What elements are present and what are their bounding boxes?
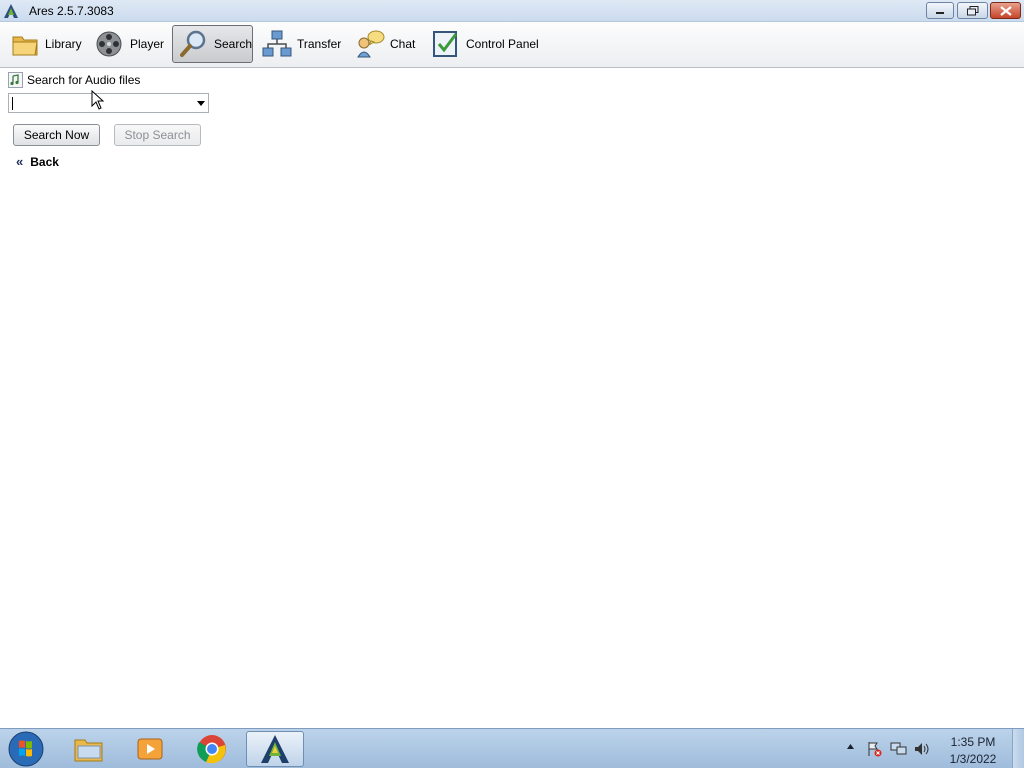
tab-control-panel[interactable]: Control Panel: [425, 25, 545, 63]
minimize-button[interactable]: [926, 2, 954, 19]
film-reel-icon: [96, 31, 122, 57]
tab-chat-label: Chat: [390, 37, 416, 51]
magnifier-icon: [180, 30, 206, 57]
taskbar-chrome[interactable]: [183, 731, 241, 767]
restore-button[interactable]: [957, 2, 988, 19]
ares-app-icon: [261, 735, 289, 763]
minimize-icon: [936, 11, 944, 14]
tab-player[interactable]: Player: [89, 25, 170, 63]
chevron-down-icon[interactable]: [197, 101, 205, 106]
folder-icon: [12, 36, 38, 56]
clock-time: 1:35 PM: [950, 735, 996, 749]
taskbar-clock[interactable]: 1:35 PM 1/3/2022: [942, 734, 1004, 768]
tab-chat[interactable]: Chat: [349, 25, 421, 63]
taskbar-explorer[interactable]: [60, 731, 118, 767]
network-icon: [262, 30, 292, 57]
ares-app-icon: [4, 4, 18, 18]
close-icon: [999, 5, 1012, 16]
tab-transfer[interactable]: Transfer: [256, 25, 347, 63]
tab-transfer-label: Transfer: [297, 37, 342, 51]
search-panel: Search for Audio files Search Now Stop S…: [0, 68, 211, 728]
search-now-button[interactable]: Search Now: [13, 124, 100, 146]
network-status-icon[interactable]: [890, 741, 907, 757]
chrome-icon: [197, 735, 226, 764]
checklist-icon: [433, 31, 458, 57]
start-button[interactable]: [7, 731, 45, 767]
audio-file-icon: [8, 72, 23, 88]
tab-control-panel-label: Control Panel: [466, 37, 539, 51]
mouse-pointer-icon: [91, 90, 105, 110]
search-panel-title: Search for Audio files: [27, 73, 141, 87]
show-hidden-icons-icon[interactable]: [846, 742, 855, 751]
back-link[interactable]: « Back: [16, 154, 59, 169]
show-desktop-button[interactable]: [1012, 729, 1024, 768]
double-chevron-left-icon: «: [16, 154, 24, 169]
clock-date: 1/3/2022: [949, 752, 997, 766]
main-toolbar: Library Player Search Transfer Chat Cont…: [0, 22, 1024, 68]
title-bar: Ares 2.5.7.3083: [0, 0, 1024, 22]
text-caret: [12, 97, 13, 110]
windows-taskbar: 1:35 PM 1/3/2022: [0, 728, 1024, 768]
tab-library-label: Library: [45, 37, 82, 51]
chat-icon: [357, 30, 385, 58]
tab-search-label: Search: [214, 37, 253, 51]
tab-search[interactable]: Search: [172, 25, 253, 63]
folder-icon: [74, 739, 103, 762]
window-title: Ares 2.5.7.3083: [29, 4, 114, 18]
tab-player-label: Player: [130, 37, 165, 51]
taskbar-media-player[interactable]: [121, 731, 179, 767]
search-query-combobox[interactable]: [8, 93, 209, 113]
restore-icon: [966, 5, 978, 15]
volume-icon[interactable]: [914, 741, 931, 757]
stop-search-button[interactable]: Stop Search: [114, 124, 201, 146]
search-panel-header: Search for Audio files: [8, 72, 140, 88]
action-center-flag-icon[interactable]: [866, 741, 882, 757]
close-button[interactable]: [990, 2, 1021, 19]
tab-library[interactable]: Library: [4, 25, 88, 63]
back-label: Back: [30, 154, 59, 169]
media-player-icon: [137, 738, 163, 760]
windows-logo-icon: [8, 731, 44, 767]
taskbar-ares[interactable]: [246, 731, 304, 767]
